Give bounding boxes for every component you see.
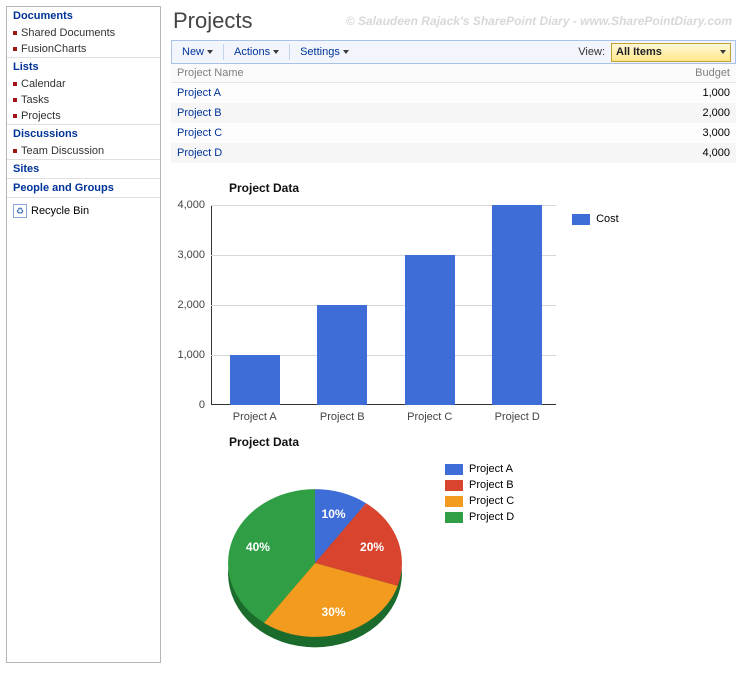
x-tick-label: Project D [495, 405, 540, 423]
legend-swatch [445, 464, 463, 475]
pie-chart-legend: Project A Project B Project C Project D [445, 463, 514, 663]
chevron-down-icon [720, 50, 726, 54]
legend-label: Project C [469, 495, 514, 507]
recycle-bin-label: Recycle Bin [31, 205, 89, 217]
bar-chart-plot: 01,0002,0003,0004,000Project AProject BP… [211, 205, 556, 405]
y-tick-label: 1,000 [177, 349, 211, 361]
y-tick-label: 0 [199, 399, 211, 411]
pie-chart: Project Data 10%20%30%40% Project AProje… [171, 435, 651, 663]
y-tick-label: 2,000 [177, 299, 211, 311]
chevron-down-icon [273, 50, 279, 54]
x-tick-label: Project B [320, 405, 365, 423]
watermark-text: © Salaudeen Rajack's SharePoint Diary - … [346, 14, 732, 28]
bar-chart-title: Project Data [171, 181, 651, 195]
legend-swatch [445, 480, 463, 491]
project-link[interactable]: Project C [177, 127, 222, 139]
pie-slice-label: 10% [322, 507, 346, 521]
view-selector-value: All Items [616, 46, 662, 58]
sidebar-item-shared-documents[interactable]: Shared Documents [7, 25, 160, 41]
recycle-bin-link[interactable]: ♻ Recycle Bin [7, 197, 160, 224]
chevron-down-icon [207, 50, 213, 54]
sidebar-heading-sites[interactable]: Sites [7, 159, 160, 178]
sidebar-heading-discussions[interactable]: Discussions [7, 124, 160, 143]
project-link[interactable]: Project D [177, 147, 222, 159]
sidebar-item-calendar[interactable]: Calendar [7, 76, 160, 92]
col-budget[interactable]: Budget [525, 64, 736, 83]
settings-button-label: Settings [300, 46, 340, 58]
view-selector[interactable]: All Items [611, 43, 731, 62]
budget-cell: 4,000 [525, 143, 736, 163]
table-row: Project B 2,000 [171, 103, 736, 123]
actions-button-label: Actions [234, 46, 270, 58]
bar [230, 355, 280, 405]
pie-slice-label: 30% [322, 605, 346, 619]
pie-chart-title: Project Data [171, 435, 651, 449]
page-title: Projects © Salaudeen Rajack's SharePoint… [171, 6, 736, 40]
view-label: View: [578, 46, 605, 58]
legend-item: Project C [445, 495, 514, 507]
bar-chart-legend: Cost [572, 213, 651, 405]
legend-label: Project D [469, 511, 514, 523]
legend-swatch [572, 214, 590, 225]
legend-item: Cost [572, 213, 651, 225]
sidebar-item-tasks[interactable]: Tasks [7, 92, 160, 108]
legend-item: Project A [445, 463, 514, 475]
list-toolbar: New Actions Settings View: All Items [171, 40, 736, 64]
table-row: Project D 4,000 [171, 143, 736, 163]
legend-label: Cost [596, 213, 619, 225]
bar-chart: Project Data 01,0002,0003,0004,000Projec… [171, 181, 651, 405]
sidebar-item-fusioncharts[interactable]: FusionCharts [7, 41, 160, 57]
pie-slice-label: 40% [246, 540, 270, 554]
new-button[interactable]: New [176, 44, 219, 60]
legend-label: Project A [469, 463, 513, 475]
page-title-text: Projects [173, 8, 252, 33]
budget-cell: 1,000 [525, 83, 736, 104]
sidebar-heading-lists[interactable]: Lists [7, 57, 160, 76]
legend-item: Project D [445, 511, 514, 523]
table-row: Project C 3,000 [171, 123, 736, 143]
bar [405, 255, 455, 405]
quick-launch-sidebar: Documents Shared Documents FusionCharts … [6, 6, 161, 663]
toolbar-separator [289, 44, 290, 60]
chevron-down-icon [343, 50, 349, 54]
x-tick-label: Project C [407, 405, 452, 423]
project-link[interactable]: Project A [177, 87, 221, 99]
pie-chart-plot: 10% 20% 30% 40% [215, 463, 415, 663]
legend-swatch [445, 512, 463, 523]
x-tick-label: Project A [233, 405, 277, 423]
toolbar-separator [223, 44, 224, 60]
project-link[interactable]: Project B [177, 107, 222, 119]
settings-button[interactable]: Settings [294, 44, 355, 60]
bar [317, 305, 367, 405]
recycle-bin-icon: ♻ [13, 204, 27, 218]
budget-cell: 2,000 [525, 103, 736, 123]
legend-item: Project B [445, 479, 514, 491]
sidebar-heading-documents[interactable]: Documents [7, 7, 160, 25]
sidebar-heading-people-groups[interactable]: People and Groups [7, 178, 160, 197]
y-tick-label: 4,000 [177, 199, 211, 211]
pie-slice-label: 20% [360, 540, 384, 554]
sidebar-item-projects[interactable]: Projects [7, 108, 160, 124]
projects-table: Project Name Budget Project A1,000Projec… [171, 64, 736, 163]
sidebar-item-team-discussion[interactable]: Team Discussion [7, 143, 160, 159]
new-button-label: New [182, 46, 204, 58]
bar [492, 205, 542, 405]
y-tick-label: 3,000 [177, 249, 211, 261]
actions-button[interactable]: Actions [228, 44, 285, 60]
table-row: Project A 1,000 [171, 83, 736, 104]
legend-label: Project B [469, 479, 514, 491]
legend-swatch [445, 496, 463, 507]
budget-cell: 3,000 [525, 123, 736, 143]
col-project-name[interactable]: Project Name [171, 64, 525, 83]
